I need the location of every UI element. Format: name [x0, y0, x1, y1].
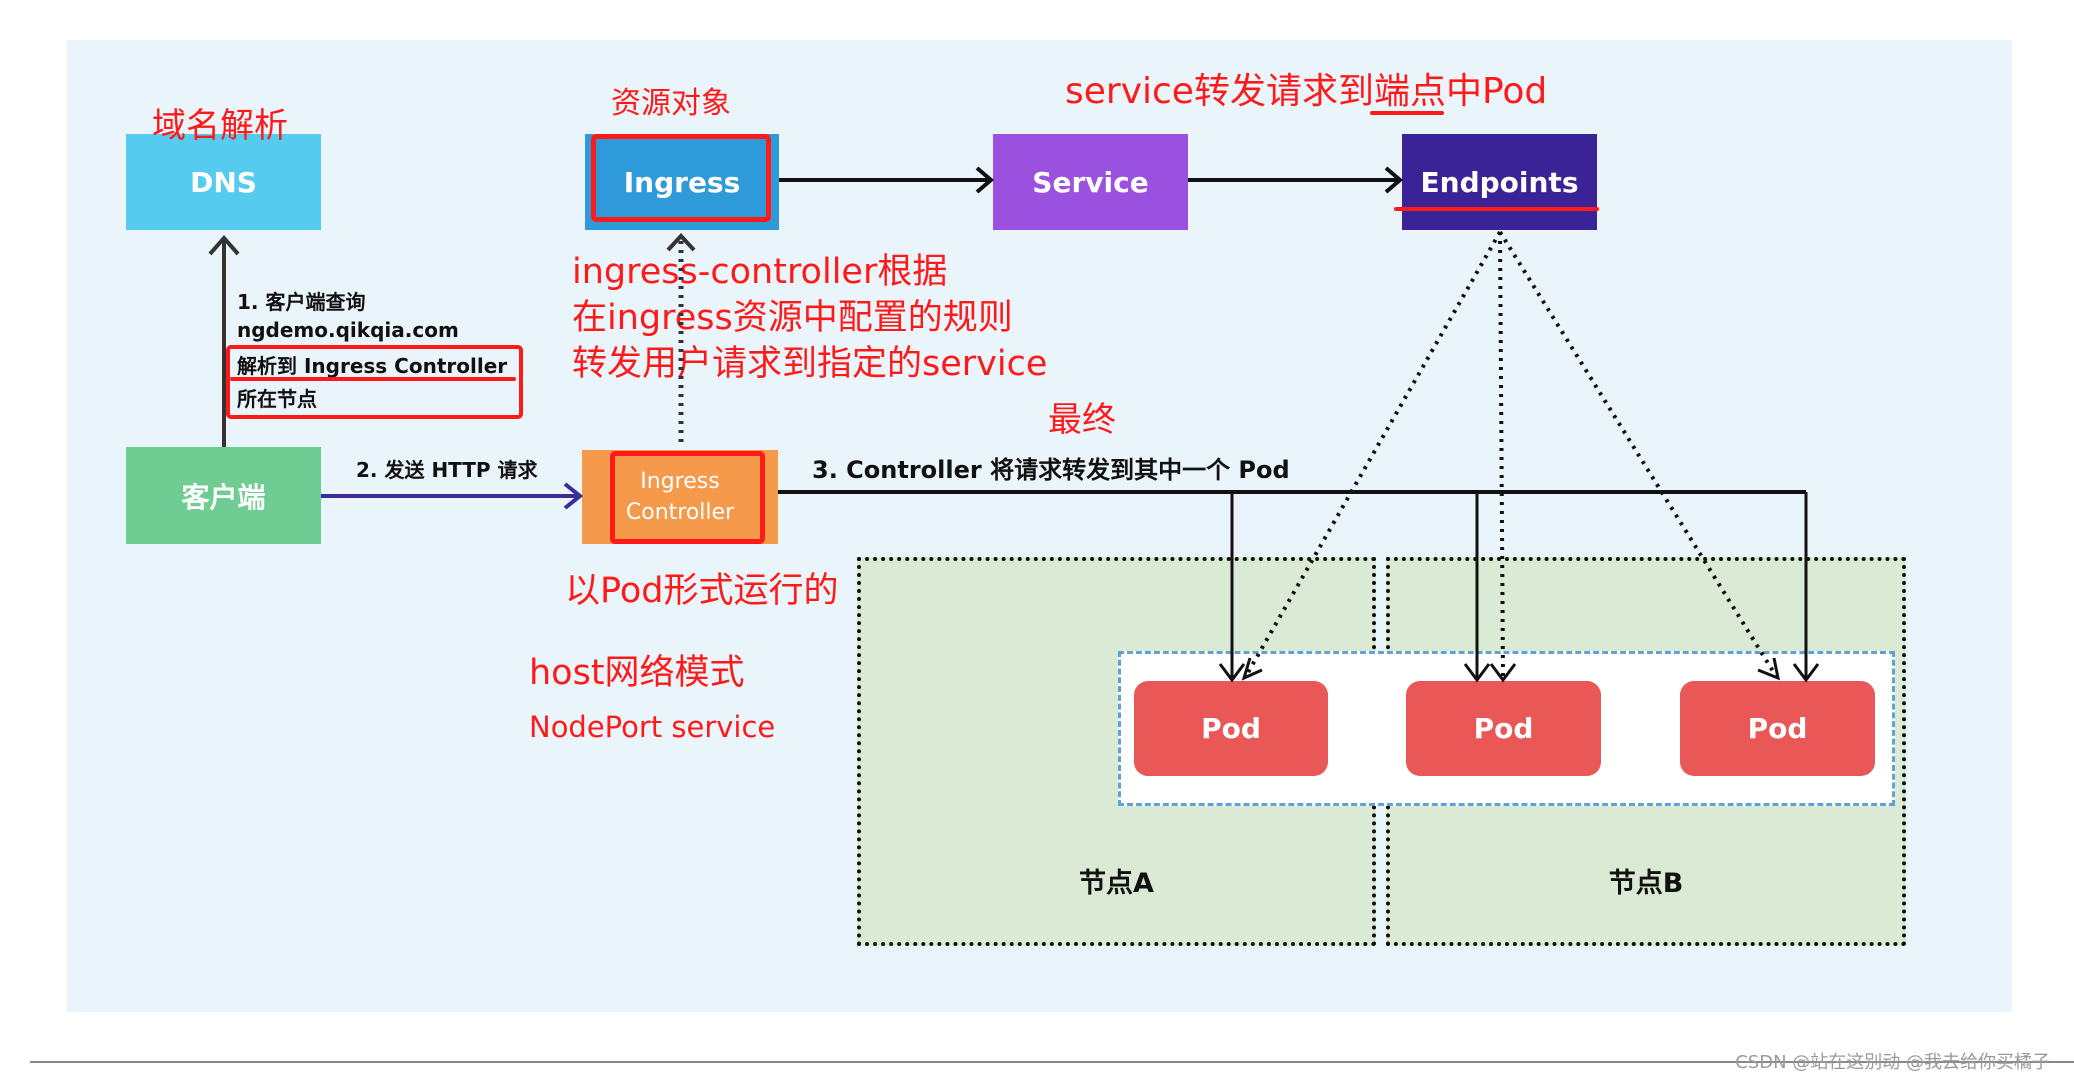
ingress-annotation: 资源对象 [611, 86, 731, 121]
watermark: CSDN @站在这别动 @我去给你买橘子 [1735, 1052, 2050, 1073]
endpoints-box: Endpoints [1402, 134, 1597, 230]
service-box: Service [993, 134, 1188, 230]
dns-annotation: 域名解析 [152, 106, 288, 146]
pod-1: Pod [1134, 681, 1328, 776]
step1-line2: ngdemo.qikqia.com [237, 318, 459, 342]
node-a-label: 节点A [1079, 868, 1154, 899]
step1-underline [230, 377, 516, 381]
client-box: 客户端 [126, 447, 321, 544]
endpoints-underline [1394, 207, 1599, 211]
controller-rule-line3: 转发用户请求到指定的service [572, 344, 1048, 384]
controller-rule-line2: 在ingress资源中配置的规则 [572, 298, 1013, 338]
ingress-controller-highlight [610, 451, 765, 544]
service-annotation: service转发请求到端点中Pod [1065, 71, 1548, 112]
pod-2: Pod [1406, 681, 1601, 776]
pod-form-annotation: 以Pod形式运行的 [565, 571, 839, 611]
step1-highlight [226, 345, 523, 419]
endpoint-word-underline [1370, 111, 1444, 115]
step3-label: 3. Controller 将请求转发到其中一个 Pod [812, 456, 1290, 484]
host-mode-annotation: host网络模式 [529, 653, 745, 693]
ingress-highlight [591, 134, 771, 222]
final-annotation: 最终 [1048, 400, 1116, 440]
step1-line1: 1. 客户端查询 [237, 290, 366, 314]
node-b-label: 节点B [1608, 868, 1684, 899]
step2-label: 2. 发送 HTTP 请求 [356, 458, 538, 482]
controller-rule-line1: ingress-controller根据 [572, 252, 948, 292]
dns-box: DNS [126, 134, 321, 230]
pod-3: Pod [1680, 681, 1875, 776]
nodeport-annotation: NodePort service [529, 710, 776, 744]
